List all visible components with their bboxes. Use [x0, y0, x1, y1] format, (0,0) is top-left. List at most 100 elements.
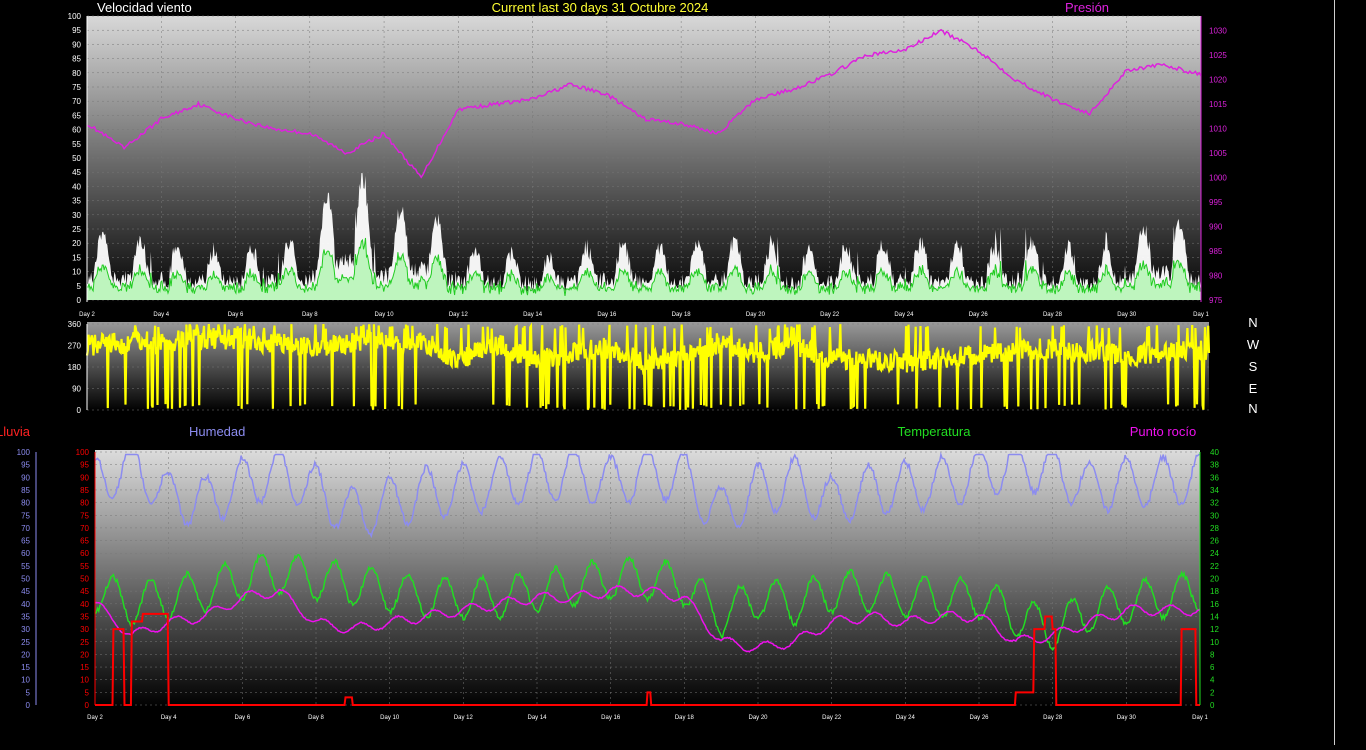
temperature-y-tick-label: 32 [1210, 499, 1219, 508]
temperature-y-tick-label: 18 [1210, 587, 1219, 596]
wind-x-tick-label: Day 10 [375, 312, 395, 318]
pressure-y-tick-label: 1015 [1209, 100, 1227, 109]
compass-n-bottom: N [1248, 401, 1257, 416]
wind-y-tick-label: 95 [72, 26, 81, 35]
rain-y-tick-label: 95 [80, 461, 89, 470]
humidity-x-tick-label: Day 6 [234, 715, 250, 721]
humidity-y-tick-label: 45 [21, 587, 30, 596]
humidity-y-tick-label: 0 [26, 701, 31, 710]
temperature-y-tick-label: 38 [1210, 461, 1219, 470]
humidity-x-tick-label: Day 14 [527, 715, 547, 721]
humidity-y-tick-label: 35 [21, 612, 30, 621]
temperature-y-tick-label: 0 [1210, 701, 1215, 710]
wind-y-tick-label: 65 [72, 111, 81, 120]
wind-y-tick-label: 90 [72, 40, 81, 49]
humidity-x-tick-label: Day 22 [822, 715, 842, 721]
rain-y-tick-label: 70 [80, 524, 89, 533]
humidity-x-tick-label: Day 28 [1043, 715, 1063, 721]
wind-y-tick-label: 70 [72, 97, 81, 106]
rain-y-tick-label: 10 [80, 676, 89, 685]
humidity-x-tick-label: Day 8 [308, 715, 324, 721]
humidity-x-tick-label: Day 1 [1192, 715, 1208, 721]
wind-y-tick-label: 20 [72, 239, 81, 248]
pressure-y-tick-label: 1005 [1209, 149, 1227, 158]
humidity-x-tick-label: Day 24 [896, 715, 916, 721]
compass-s: S [1249, 359, 1258, 374]
wind-x-tick-label: Day 20 [746, 312, 766, 318]
humidity-x-tick-label: Day 18 [675, 715, 695, 721]
rain-y-tick-label: 45 [80, 587, 89, 596]
temperature-y-tick-label: 12 [1210, 625, 1219, 634]
humidity-y-tick-label: 85 [21, 486, 30, 495]
humidity-y-tick-label: 40 [21, 600, 30, 609]
pressure-y-tick-label: 975 [1209, 296, 1223, 305]
temperature-y-tick-label: 34 [1210, 486, 1219, 495]
rain-y-tick-label: 40 [80, 600, 89, 609]
weather-graph-screen: 0 5 10 15 20 25 30 35 40 45 50 55 60 65 70 75 80 85 90 95 10… [0, 0, 1366, 745]
wind-y-tick-label: 30 [72, 211, 81, 220]
wind-y-tick-label: 25 [72, 225, 81, 234]
pressure-y-tick-label: 980 [1209, 272, 1223, 281]
direction-y-tick-label: 180 [68, 363, 82, 372]
rain-y-tick-label: 0 [85, 701, 90, 710]
wind-x-tick-label: Day 22 [820, 312, 840, 318]
temperature-label: Temperatura [898, 424, 972, 439]
humidity-y-tick-label: 100 [17, 448, 31, 457]
wind-x-tick-label: Day 14 [523, 312, 543, 318]
right-border-line [1334, 0, 1335, 745]
pressure-y-tick-label: 995 [1209, 198, 1223, 207]
temperature-y-tick-label: 10 [1210, 638, 1219, 647]
wind-x-tick-label: Day 28 [1043, 312, 1063, 318]
humidity-y-tick-label: 55 [21, 562, 30, 571]
humidity-y-tick-label: 25 [21, 638, 30, 647]
wind-x-tick-label: Day 24 [894, 312, 914, 318]
humidity-y-tick-label: 20 [21, 650, 30, 659]
humidity-y-tick-label: 75 [21, 511, 30, 520]
pressure-y-tick-label: 1025 [1209, 51, 1227, 60]
compass-w: W [1247, 337, 1260, 352]
wind-y-tick-label: 55 [72, 140, 81, 149]
rain-label: Lluvia [0, 424, 31, 439]
direction-y-tick-label: 270 [68, 342, 82, 351]
direction-y-tick-label: 360 [68, 320, 82, 329]
rain-y-tick-label: 90 [80, 473, 89, 482]
wind-y-tick-label: 60 [72, 126, 81, 135]
rain-y-tick-label: 75 [80, 511, 89, 520]
wind-speed-label: Velocidad viento [97, 0, 192, 15]
temperature-y-tick-label: 4 [1210, 676, 1215, 685]
humidity-x-tick-label: Day 12 [454, 715, 474, 721]
pressure-y-tick-label: 1010 [1209, 125, 1227, 134]
wind-y-tick-label: 15 [72, 253, 81, 262]
humidity-y-tick-label: 15 [21, 663, 30, 672]
wind-y-tick-label: 40 [72, 182, 81, 191]
humidity-y-tick-label: 30 [21, 625, 30, 634]
pressure-y-tick-label: 1020 [1209, 76, 1227, 85]
humidity-y-tick-label: 5 [26, 688, 31, 697]
direction-y-tick-label: 0 [77, 406, 82, 415]
wind-y-tick-label: 80 [72, 69, 81, 78]
humidity-x-tick-label: Day 4 [161, 715, 177, 721]
wind-y-tick-label: 0 [77, 296, 82, 305]
humidity-x-tick-label: Day 20 [748, 715, 768, 721]
temperature-y-tick-label: 16 [1210, 600, 1219, 609]
rain-y-tick-label: 30 [80, 625, 89, 634]
temperature-y-tick-label: 20 [1210, 575, 1219, 584]
humidity-y-tick-label: 80 [21, 499, 30, 508]
temperature-y-tick-label: 8 [1210, 650, 1215, 659]
wind-y-tick-label: 10 [72, 268, 81, 277]
humidity-y-tick-label: 60 [21, 549, 30, 558]
wind-y-tick-label: 5 [77, 282, 82, 291]
rain-y-tick-label: 55 [80, 562, 89, 571]
wind-x-tick-label: Day 4 [153, 312, 169, 318]
dewpoint-label: Punto rocío [1130, 424, 1197, 439]
rain-y-tick-label: 80 [80, 499, 89, 508]
rain-y-tick-label: 20 [80, 650, 89, 659]
chart-title: Current last 30 days 31 Octubre 2024 [492, 0, 709, 15]
humidity-x-tick-label: Day 26 [969, 715, 989, 721]
rain-y-tick-label: 15 [80, 663, 89, 672]
compass-n-top: N [1248, 315, 1257, 330]
temperature-y-tick-label: 14 [1210, 612, 1219, 621]
weather-graphs: 0510152025303540455055606570758085909510… [0, 0, 1260, 721]
wind-x-tick-label: Day 12 [449, 312, 469, 318]
humidity-label: Humedad [189, 424, 245, 439]
